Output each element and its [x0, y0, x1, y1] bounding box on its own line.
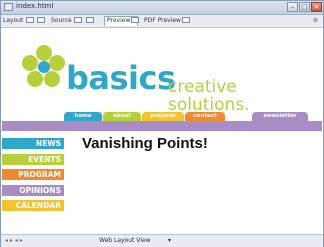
minimize-button[interactable]: –: [287, 2, 298, 12]
nav-tab-projects[interactable]: projects: [142, 112, 184, 121]
source-view-icon[interactable]: [74, 17, 82, 23]
sidebar-item-news[interactable]: NEWS: [2, 138, 64, 149]
split-view-icon[interactable]: [37, 17, 45, 23]
sidebar-item-program[interactable]: PROGRAM: [2, 169, 64, 180]
logo-tagline: creative solutions.: [168, 77, 250, 115]
sidebar-item-calendar[interactable]: CALENDAR: [2, 200, 64, 211]
window-title: index.html: [16, 2, 54, 10]
preview-area: basics creative solutions. home about pr…: [2, 28, 322, 234]
preview-tab-label[interactable]: Preview: [107, 17, 130, 25]
status-bar: ◂ ▸ ◂ ▸ Web Layout View ▾: [1, 234, 323, 247]
pdf-preview-icon[interactable]: [182, 17, 190, 23]
view-mode-label[interactable]: Web Layout View: [99, 237, 151, 244]
logo-wordmark: basics: [66, 59, 176, 97]
sidebar-item-events[interactable]: EVENTS: [2, 153, 64, 165]
view-mode-dropdown-icon[interactable]: ▾: [168, 237, 171, 244]
sidebar-menu: NEWS EVENTS PROGRAM OPINIONS CALENDAR: [2, 138, 64, 216]
sidebar-item-opinions[interactable]: OPINIONS: [2, 184, 64, 196]
pdf-preview-tab-label[interactable]: PDF Preview: [144, 17, 181, 25]
view-toolbar: Layout Source Preview PDF Preview ⊗: [1, 15, 323, 28]
nav-tab-contact[interactable]: contact: [185, 112, 225, 121]
nav-tab-about[interactable]: about: [103, 112, 141, 121]
flower-logo-icon: [22, 45, 65, 87]
document-icon: [4, 3, 13, 11]
source-split-icon[interactable]: [86, 17, 94, 23]
nav-tab-home[interactable]: home: [64, 112, 102, 121]
source-tab-label[interactable]: Source: [51, 17, 72, 25]
maximize-button[interactable]: □: [299, 2, 310, 12]
preview-view-icon[interactable]: [131, 17, 139, 23]
page-navigation-controls[interactable]: ◂ ▸ ◂ ▸: [5, 237, 23, 244]
layout-tab-label[interactable]: Layout: [3, 17, 23, 25]
app-window: index.html – □ × Layout Source Preview P…: [0, 0, 324, 247]
page-headline: Vanishing Points!: [82, 135, 208, 152]
toolbar-options-icon[interactable]: ⊗: [313, 17, 318, 25]
header-band: [2, 121, 322, 131]
nav-tab-newsletter[interactable]: newsletter: [252, 112, 308, 121]
layout-view-icon[interactable]: [26, 17, 34, 23]
close-button[interactable]: ×: [311, 2, 322, 12]
title-bar[interactable]: index.html – □ ×: [1, 1, 323, 15]
